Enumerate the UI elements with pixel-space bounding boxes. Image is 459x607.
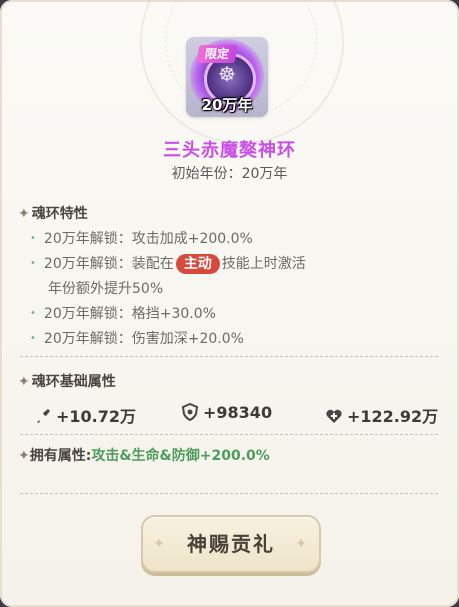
owned-attributes: ✦拥有属性:攻击&生命&防御+200.0% [18, 448, 270, 464]
beast-head-icon: ☸ [218, 62, 236, 86]
hp-stat: +122.92万 [325, 403, 438, 427]
shield-icon [181, 403, 199, 421]
divider [20, 434, 438, 435]
trait-row: • 20万年解锁：装配在 主动 技能上时激活 [30, 254, 306, 274]
attack-stat: +10.72万 [34, 403, 136, 427]
trait-row: • 20万年解锁：伤害加深+20.0% [30, 331, 244, 347]
active-skill-pill: 主动 [175, 254, 220, 274]
sparkle-icon: ✦ [153, 536, 167, 552]
diamond-star-icon: ✦ [18, 374, 30, 390]
bullet-icon: • [30, 258, 36, 269]
diamond-star-icon: ✦ [18, 206, 30, 222]
defense-stat: +98340 [181, 403, 272, 422]
soul-ring-icon: ☸ 限定 20万年 [186, 37, 268, 117]
bullet-icon: • [30, 333, 36, 344]
heart-icon [326, 409, 342, 423]
divine-tribute-button[interactable]: ✦ 神赐贡礼 ✦ [141, 515, 321, 573]
trait-row: • 20万年解锁：格挡+30.0% [30, 306, 216, 322]
divider [20, 356, 438, 357]
diamond-star-icon: ✦ [18, 448, 30, 464]
sparkle-icon: ✦ [295, 536, 309, 552]
year-badge: 20万年 [201, 96, 253, 114]
ring-detail-card: ☸ 限定 20万年 三头赤魔獒神环 初始年份：20万年 ✦ 魂环特性 • 20万年解… [0, 0, 459, 607]
bullet-icon: • [30, 308, 36, 319]
initial-year: 初始年份：20万年 [171, 166, 288, 182]
base-attrs-header: ✦ 魂环基础属性 [18, 374, 116, 390]
divider [20, 493, 438, 494]
trait-row: • 20万年解锁：攻击加成+200.0% [30, 231, 253, 247]
traits-header: ✦ 魂环特性 [18, 206, 88, 222]
owned-value: 攻击&生命&防御+200.0% [91, 448, 270, 464]
limited-badge: 限定 [196, 45, 238, 63]
sword-icon [37, 409, 50, 423]
bullet-icon: • [30, 233, 36, 244]
ring-name: 三头赤魔獒神环 [163, 140, 296, 161]
trait-row-continuation: 年份额外提升50% [48, 281, 164, 297]
